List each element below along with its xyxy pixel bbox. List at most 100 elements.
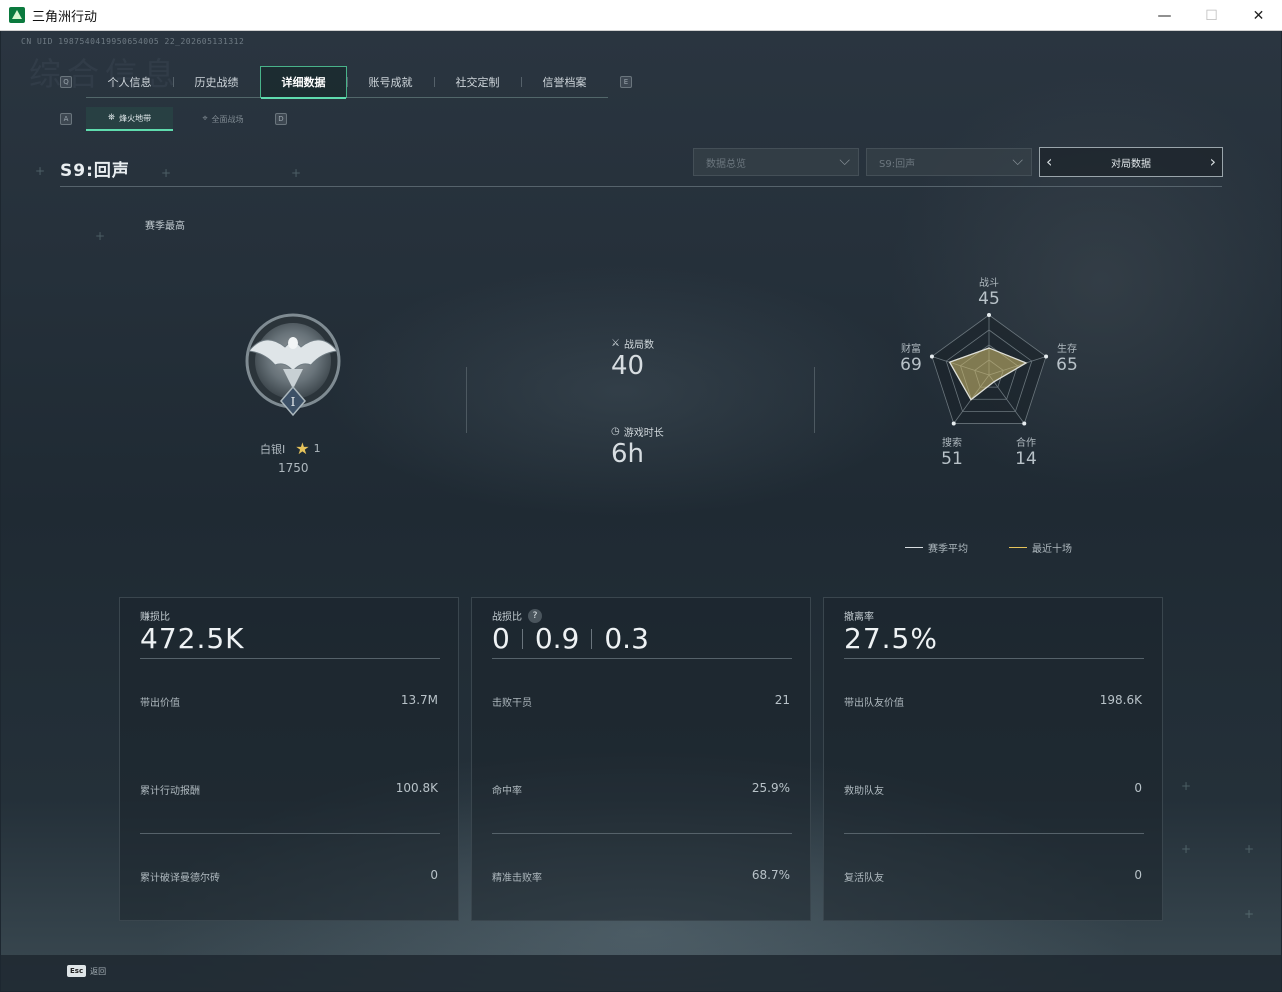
rank-stars: 1 (313, 442, 321, 455)
decor-plus-icon: + (95, 229, 106, 243)
data-type-dropdown[interactable]: 数据总览 ⌵ (693, 148, 859, 176)
chevron-right-icon[interactable]: › (1210, 152, 1216, 171)
tab-match-history[interactable]: 历史战绩 (173, 66, 260, 98)
dropdown-value: 数据总览 (706, 158, 746, 170)
row-label: 精准击败率 (492, 873, 542, 884)
tab-personal-info[interactable]: 个人信息 (86, 66, 173, 98)
profit-card: 赚损比 472.5K 带出价值 13.7M 累计行动报酬 100.8K 累计破译… (119, 597, 459, 921)
legend-season-average: 赛季平均 (905, 540, 968, 555)
radar-vertex-dot (951, 421, 956, 426)
row-label: 累计行动报酬 (140, 786, 200, 797)
tab-detailed-data[interactable]: 详细数据 (260, 65, 347, 99)
tab-account-achievements[interactable]: 账号成就 (347, 66, 434, 98)
combat-card: 战损比 ? 0 0.9 0.3 击败干员 21 命中率 25.9% 精准击败率 … (471, 597, 811, 921)
card-main-values: 0 0.9 0.3 (492, 622, 649, 655)
clock-icon: ◷ (611, 426, 620, 437)
back-button[interactable]: Esc 返回 (67, 965, 106, 977)
card-title: 赚损比 (140, 612, 170, 623)
row-value: 0 (430, 868, 438, 882)
section-divider (814, 367, 815, 433)
back-label: 返回 (90, 966, 107, 976)
rank-tier: 白银I (260, 442, 286, 456)
radar-chart (929, 313, 1049, 426)
decor-plus-icon: + (35, 164, 46, 178)
card-main-value: 27.5% (844, 622, 938, 655)
rank-name: 白银I ★ 1 (260, 439, 321, 458)
card-divider (140, 833, 440, 834)
card-divider (492, 833, 792, 834)
value-separator (591, 628, 593, 649)
playtime-label: ◷ 游戏时长 (611, 424, 664, 439)
value-separator (521, 628, 523, 649)
section-divider (466, 367, 467, 433)
row-value: 0 (1134, 781, 1142, 795)
esc-key-icon: Esc (67, 965, 87, 977)
card-divider (140, 658, 440, 659)
maximize-button[interactable]: ☐ (1188, 0, 1235, 31)
window-title: 三角洲行动 (32, 9, 98, 25)
help-icon[interactable]: ? (528, 608, 542, 623)
legend-label: 赛季平均 (928, 544, 968, 555)
row-value: 0 (1134, 868, 1142, 882)
prev-subtab-key-hint[interactable]: A (60, 113, 72, 125)
card-main-value: 472.5K (140, 622, 245, 655)
radar-combat-label: 战斗 (979, 278, 999, 289)
card-title: 撤离率 (844, 612, 874, 623)
next-subtab-key-hint[interactable]: D (275, 113, 287, 125)
match-data-button[interactable]: ‹ 对局数据 › (1039, 147, 1223, 177)
decor-plus-icon: + (161, 166, 172, 180)
subtab-label: 烽火地带 (119, 113, 152, 123)
next-tab-key-hint[interactable]: E (620, 76, 632, 88)
page-title: S9:回声 (60, 161, 130, 181)
dropdown-value: S9:回声 (879, 158, 916, 170)
tab-credit-record[interactable]: 信誉档案 (521, 66, 608, 98)
decor-plus-icon: + (1244, 907, 1255, 921)
subtab-label: 全面战场 (211, 114, 244, 124)
radar-coop-label: 合作 (1016, 438, 1036, 449)
decor-plus-icon: + (1181, 842, 1192, 856)
row-value: 13.7M (400, 693, 438, 707)
matches-label-text: 战局数 (623, 340, 654, 351)
row-label: 带出队友价值 (844, 698, 904, 709)
subtab-full-battlefield[interactable]: ⌖ 全面战场 (173, 107, 273, 131)
svg-text:I: I (291, 395, 296, 409)
silver-rank-badge-icon: I (245, 313, 341, 417)
row-value: 68.7% (751, 868, 790, 882)
crosshair-icon: ⌖ (202, 114, 208, 124)
star-icon: ★ (295, 439, 310, 458)
prev-tab-key-hint[interactable]: Q (60, 76, 72, 88)
radar-coop-value: 14 (1015, 449, 1037, 469)
minimize-button[interactable]: — (1141, 0, 1188, 31)
tower-icon: ⛯ (107, 113, 116, 123)
window-controls: — ☐ ✕ (1141, 0, 1282, 31)
card-title-text: 战损比 (492, 612, 522, 623)
player-uid: CN UID 1987540419950654005 22_2026051313… (21, 37, 245, 46)
radar-wealth-label: 财富 (901, 344, 921, 355)
playtime-value: 6h (611, 439, 645, 469)
row-label: 击败干员 (492, 698, 532, 709)
row-label: 复活队友 (844, 873, 884, 884)
close-button[interactable]: ✕ (1235, 0, 1282, 31)
row-value: 25.9% (751, 781, 790, 795)
tab-social-custom[interactable]: 社交定制 (434, 66, 521, 98)
main-tab-bar: 个人信息 历史战绩 详细数据 账号成就 社交定制 信誉档案 (86, 65, 608, 99)
legend-line-white (905, 547, 923, 548)
row-label: 累计破译曼德尔砖 (140, 873, 220, 884)
kd-value: 0.9 (534, 622, 580, 655)
extract-card: 撤离率 27.5% 带出队友价值 198.6K 救助队友 0 复活队友 0 (823, 597, 1163, 921)
radar-vertex-dot (987, 313, 991, 317)
decor-plus-icon: + (291, 166, 302, 180)
card-divider (844, 833, 1144, 834)
row-label: 带出价值 (140, 698, 180, 709)
chevron-left-icon[interactable]: ‹ (1046, 152, 1052, 171)
rank-score: 1750 (278, 461, 309, 475)
subtab-operations-zone[interactable]: ⛯ 烽火地带 (86, 107, 173, 131)
decor-plus-icon: + (1181, 779, 1192, 793)
kd-value: 0 (492, 622, 510, 655)
matches-label: ⚔ 战局数 (611, 336, 654, 351)
radar-survival-label: 生存 (1057, 344, 1077, 355)
card-divider (844, 658, 1144, 659)
season-dropdown[interactable]: S9:回声 ⌵ (866, 148, 1032, 176)
legend-label: 最近十场 (1032, 544, 1072, 555)
footer-bar (1, 955, 1281, 991)
